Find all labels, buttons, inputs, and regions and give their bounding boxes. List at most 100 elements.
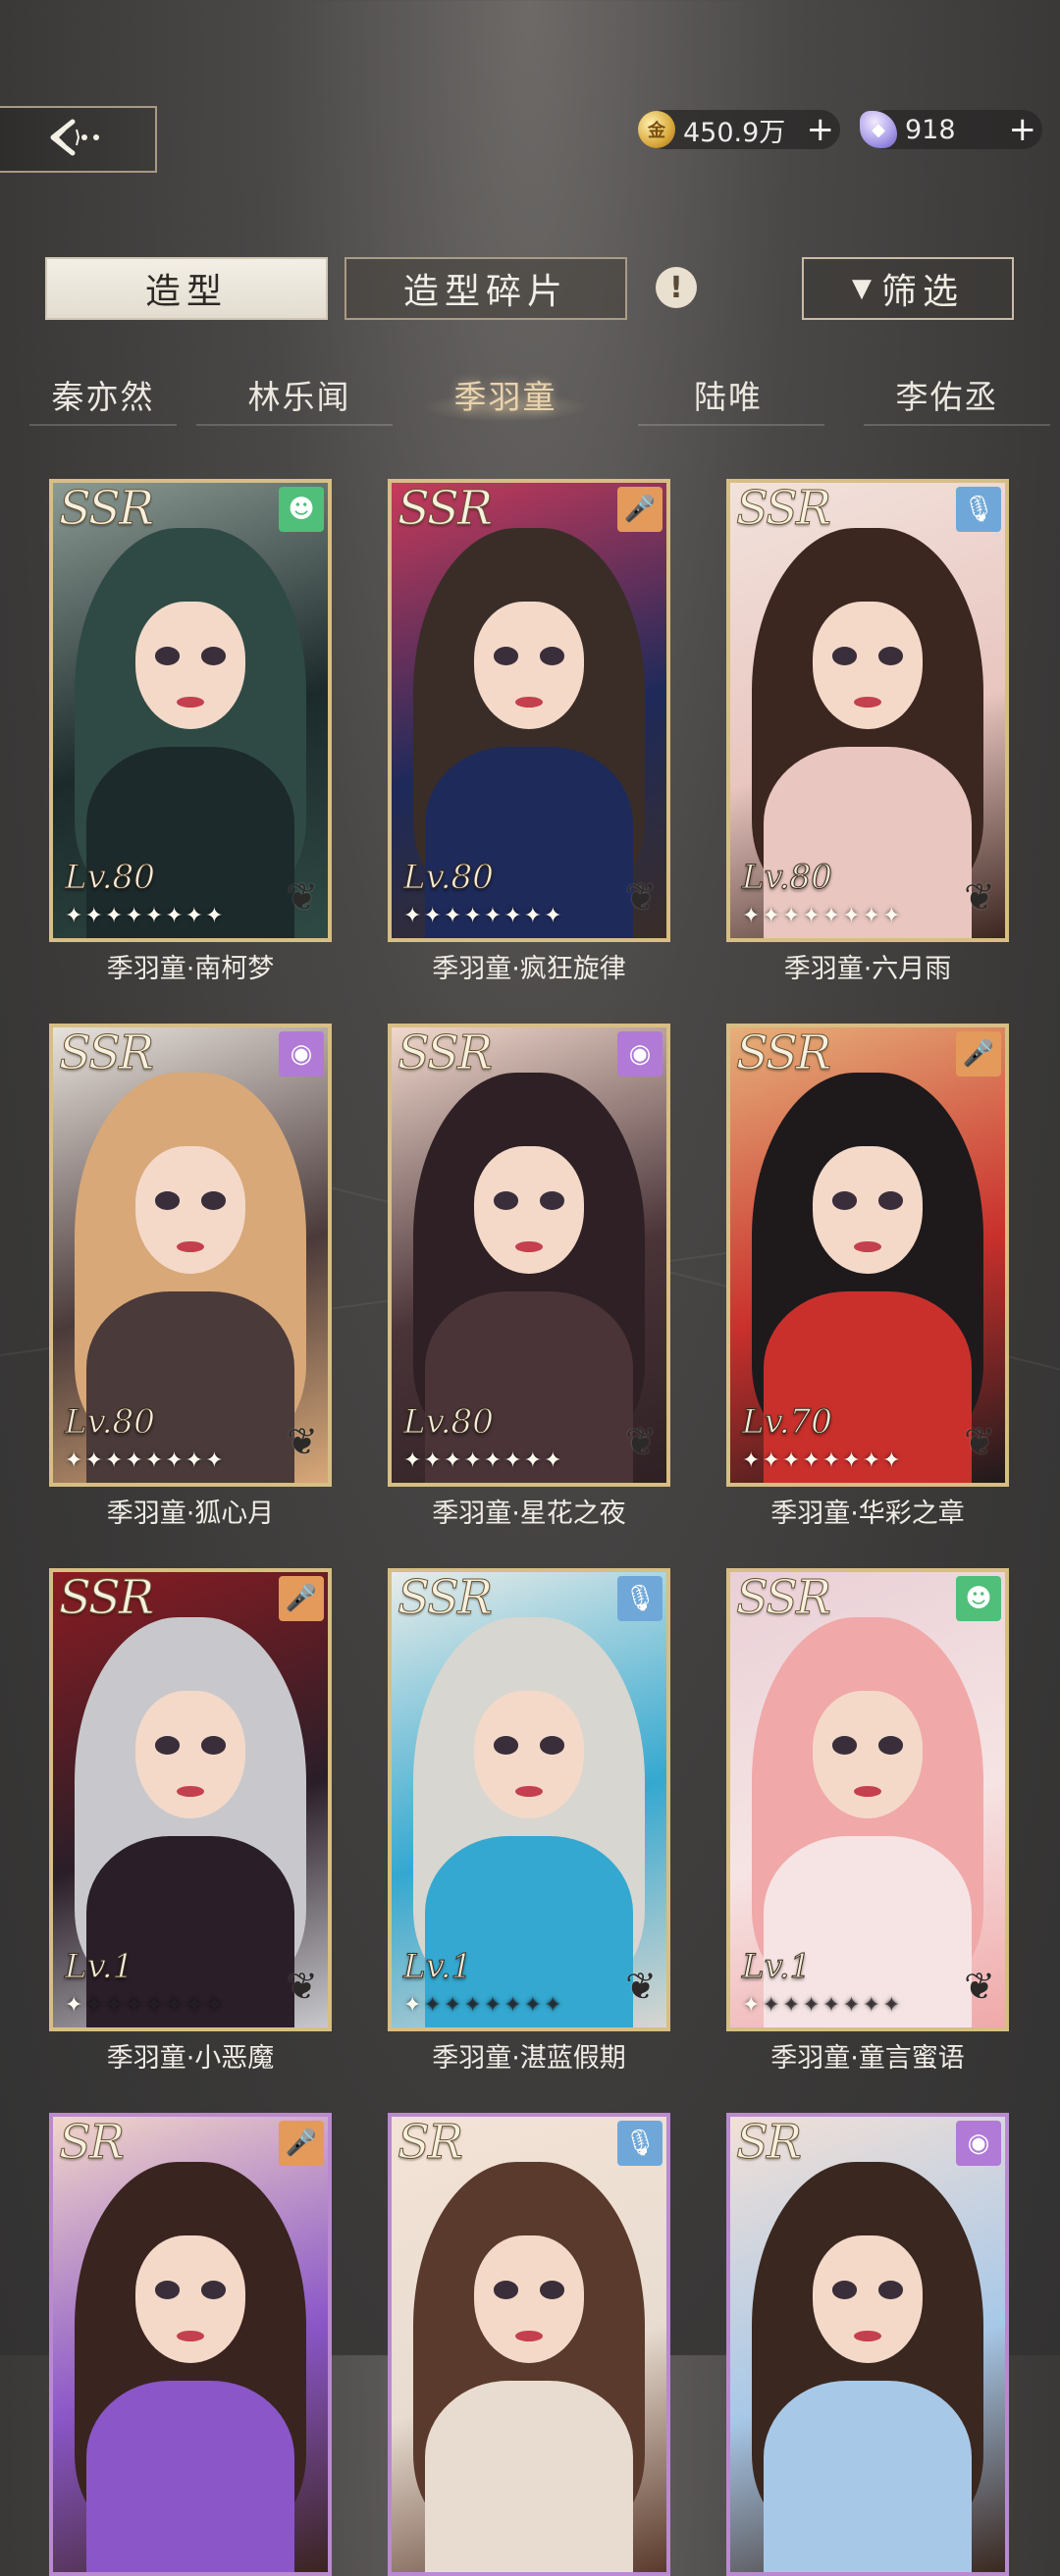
outfit-card[interactable]: SSR ☻ Lv.80 ✦✦✦✦✦✦✦✦ ❦ <box>49 479 332 942</box>
tab-outfit-fragments[interactable]: 造型碎片 <box>344 257 627 320</box>
portrait-eye <box>878 1736 904 1755</box>
star-filled-icon: ✦ <box>742 1448 763 1473</box>
outfit-card[interactable]: SSR ◉ Lv.80 ✦✦✦✦✦✦✦✦ ❦ <box>388 1024 670 1487</box>
star-empty-icon: ✦ <box>84 1993 105 2018</box>
outfit-name: 季羽童·湛蓝假期 <box>432 2043 626 2074</box>
portrait-body <box>85 2381 295 2572</box>
tab-divider <box>196 424 393 426</box>
star-empty-icon: ✦ <box>185 1993 206 2018</box>
portrait-eye <box>831 647 857 665</box>
star-empty-icon: ✦ <box>544 1993 564 2018</box>
microphone-badge-icon: 🎤 <box>956 1031 1001 1077</box>
outfit-card[interactable]: SSR 🎤 Lv.1 ✦✦✦✦✦✦✦✦ ❦ <box>49 1568 332 2031</box>
card-level: Lv.80 <box>742 858 833 898</box>
tab-divider <box>29 424 177 426</box>
add-diamond-button[interactable]: + <box>1009 113 1037 146</box>
rarity-label: SR <box>735 2115 802 2171</box>
outfit-portrait <box>392 2117 666 2572</box>
tab-divider <box>864 424 1050 426</box>
outfit-card[interactable]: SSR ◉ Lv.80 ✦✦✦✦✦✦✦✦ ❦ <box>49 1024 332 1487</box>
outfit-card[interactable]: SR 🎙 <box>388 2113 670 2576</box>
character-tab-selected[interactable]: 季羽童 <box>432 371 579 418</box>
star-empty-icon: ✦ <box>165 1993 186 2018</box>
rarity-label: SSR <box>735 481 831 537</box>
star-filled-icon: ✦ <box>504 1448 524 1473</box>
outfit-portrait <box>730 2117 1005 2572</box>
card-level: Lv.80 <box>65 858 156 898</box>
rarity-label: SR <box>58 2115 125 2171</box>
card-level: Lv.80 <box>65 1402 156 1443</box>
star-filled-icon: ✦ <box>544 1448 564 1473</box>
portrait-body <box>424 2381 634 2572</box>
star-filled-icon: ✦ <box>762 904 782 928</box>
character-tab[interactable]: 林乐闻 <box>226 371 373 418</box>
star-empty-icon: ✦ <box>862 1993 883 2018</box>
star-filled-icon: ✦ <box>822 904 843 928</box>
star-rating: ✦✦✦✦✦✦✦✦ <box>65 1993 226 2018</box>
rarity-label: SSR <box>735 1025 831 1081</box>
star-filled-icon: ✦ <box>125 1448 145 1473</box>
outfit-card[interactable]: SSR ☻ Lv.1 ✦✦✦✦✦✦✦✦ ❦ <box>726 1568 1009 2031</box>
star-filled-icon: ✦ <box>523 904 545 928</box>
portrait-eye <box>878 647 904 665</box>
rarity-label: SSR <box>58 481 154 537</box>
star-empty-icon: ✦ <box>842 1993 863 2018</box>
rarity-label: SSR <box>58 1025 154 1081</box>
portrait-eye <box>540 1736 565 1755</box>
filter-button[interactable]: ▼ 筛选 <box>802 257 1014 320</box>
tab-outfit[interactable]: 造型 <box>45 257 328 320</box>
outfit-card[interactable]: SSR 🎙 Lv.80 ✦✦✦✦✦✦✦✦ ❦ <box>726 479 1009 942</box>
outfit-name: 季羽童·星花之夜 <box>432 1498 626 1529</box>
filter-label: 筛选 <box>880 272 964 312</box>
alert-icon[interactable]: ! <box>656 267 697 308</box>
portrait-eye <box>154 647 180 665</box>
star-filled-icon: ✦ <box>125 904 145 928</box>
back-button[interactable] <box>0 106 157 173</box>
star-filled-icon: ✦ <box>463 904 484 928</box>
star-filled-icon: ✦ <box>443 1448 464 1473</box>
star-empty-icon: ✦ <box>443 1993 464 2018</box>
star-empty-icon: ✦ <box>523 1993 545 2018</box>
microphone-badge-icon: 🎤 <box>279 2121 324 2166</box>
character-tab[interactable]: 秦亦然 <box>29 371 177 418</box>
star-filled-icon: ✦ <box>403 1993 424 2018</box>
gold-coin-icon: 金 <box>638 111 675 148</box>
rarity-label: SSR <box>735 1570 831 1626</box>
outfit-card[interactable]: SSR 🎙 Lv.1 ✦✦✦✦✦✦✦✦ ❦ <box>388 1568 670 2031</box>
star-rating: ✦✦✦✦✦✦✦✦ <box>403 1448 564 1473</box>
character-tab[interactable]: 李佑丞 <box>874 371 1021 418</box>
outfit-card[interactable]: SSR 🎤 Lv.70 ✦✦✦✦✦✦✦✦ ❦ <box>726 1024 1009 1487</box>
outfit-card[interactable]: SSR 🎤 Lv.80 ✦✦✦✦✦✦✦✦ ❦ <box>388 479 670 942</box>
star-filled-icon: ✦ <box>842 904 863 928</box>
outfit-card[interactable]: SR 🎤 <box>49 2113 332 2576</box>
star-empty-icon: ✦ <box>463 1993 484 2018</box>
leaf-emblem-icon: ❦ <box>287 875 318 919</box>
star-filled-icon: ✦ <box>822 1448 843 1473</box>
portrait-eye <box>493 647 518 665</box>
microphone-badge-icon: 🎤 <box>617 487 662 532</box>
star-empty-icon: ✦ <box>104 1993 126 2018</box>
star-filled-icon: ✦ <box>742 1993 763 2018</box>
star-empty-icon: ✦ <box>483 1993 504 2018</box>
star-filled-icon: ✦ <box>144 1448 166 1473</box>
star-filled-icon: ✦ <box>802 1448 822 1473</box>
add-gold-button[interactable]: + <box>807 113 835 146</box>
portrait-body <box>763 2381 973 2572</box>
leaf-emblem-icon: ❦ <box>625 1420 657 1463</box>
portrait-eye <box>201 647 227 665</box>
card-level: Lv.1 <box>64 1947 134 1987</box>
star-filled-icon: ✦ <box>423 904 444 928</box>
leaf-emblem-icon: ❦ <box>964 1420 995 1463</box>
star-filled-icon: ✦ <box>781 1448 803 1473</box>
character-tab[interactable]: 陆唯 <box>655 371 802 418</box>
rarity-label: SSR <box>397 1570 493 1626</box>
outfit-card[interactable]: SR ◉ <box>726 2113 1009 2576</box>
diamond-amount: 918 <box>905 114 956 145</box>
star-filled-icon: ✦ <box>403 1448 424 1473</box>
portrait-eye <box>493 1736 518 1755</box>
star-empty-icon: ✦ <box>144 1993 166 2018</box>
star-empty-icon: ✦ <box>781 1993 803 2018</box>
portrait-face <box>474 601 584 729</box>
star-filled-icon: ✦ <box>483 904 504 928</box>
star-filled-icon: ✦ <box>205 904 226 928</box>
